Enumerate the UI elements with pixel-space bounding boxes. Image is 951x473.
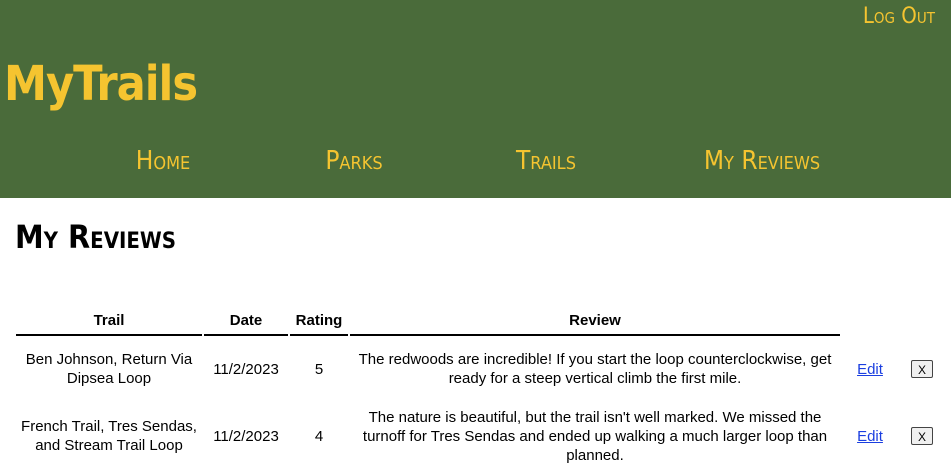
edit-link[interactable]: Edit [857, 361, 883, 378]
cell-review: The redwoods are incredible! If you star… [358, 351, 832, 387]
cell-edit: Edit [842, 336, 898, 402]
column-header-rating: Rating [290, 306, 348, 336]
logout-link[interactable]: Log Out [863, 4, 935, 29]
delete-button[interactable]: X [911, 359, 933, 378]
reviews-table: Trail Date Rating Review Ben Johnson, Re… [14, 306, 946, 470]
edit-link[interactable]: Edit [857, 428, 883, 445]
delete-button[interactable]: X [911, 426, 933, 445]
cell-delete: X [900, 402, 944, 470]
cell-trail: French Trail, Tres Sendas, and Stream Tr… [21, 418, 197, 454]
column-header-review: Review [350, 306, 840, 336]
nav-my-reviews[interactable]: My Reviews [704, 146, 820, 176]
column-header-date: Date [204, 306, 288, 336]
cell-edit: Edit [842, 402, 898, 470]
cell-rating: 5 [314, 360, 324, 378]
table-row: Ben Johnson, Return Via Dipsea Loop 11/2… [16, 336, 944, 402]
page-title: My Reviews [15, 218, 176, 256]
table-header-row: Trail Date Rating Review [16, 306, 944, 336]
cell-delete: X [900, 336, 944, 402]
cell-date: 11/2/2023 [213, 427, 279, 445]
column-header-empty [842, 306, 898, 336]
nav-parks[interactable]: Parks [325, 146, 382, 176]
cell-review: The nature is beautiful, but the trail i… [362, 408, 828, 464]
cell-date: 11/2/2023 [213, 360, 279, 378]
nav-trails[interactable]: Trails [516, 146, 576, 176]
table-row: French Trail, Tres Sendas, and Stream Tr… [16, 402, 944, 470]
nav-home[interactable]: Home [136, 146, 191, 176]
cell-trail: Ben Johnson, Return Via Dipsea Loop [25, 351, 193, 387]
main-nav: Home Parks Trails My Reviews [0, 146, 951, 186]
column-header-empty [900, 306, 944, 336]
column-header-trail: Trail [16, 306, 202, 336]
site-header: Log Out MyTrails Home Parks Trails My Re… [0, 0, 951, 198]
cell-rating: 4 [314, 427, 324, 445]
brand-logo[interactable]: MyTrails [4, 56, 198, 112]
